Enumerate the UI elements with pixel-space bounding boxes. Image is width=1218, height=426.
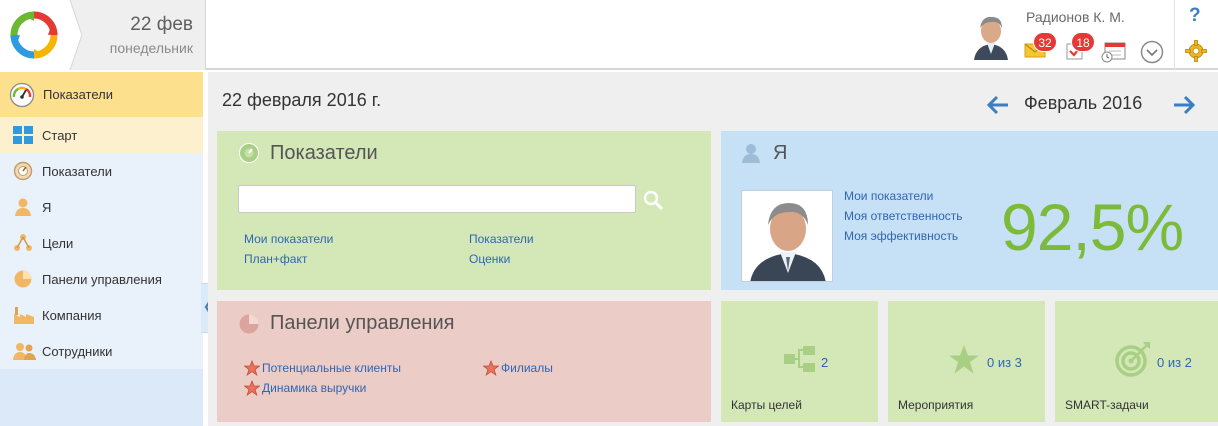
cycle-logo-icon <box>10 11 58 59</box>
person-icon <box>742 144 760 163</box>
sidebar-item-label: Показатели <box>42 164 112 179</box>
pie-icon <box>14 270 32 288</box>
star-icon <box>244 380 260 396</box>
user-portrait-icon <box>742 191 832 281</box>
dashboards-panel-title[interactable]: Панели управления <box>270 312 454 335</box>
link-my-responsibility[interactable]: Моя ответственность <box>844 209 963 223</box>
speedometer-icon <box>9 82 35 108</box>
date-day: 22 фев <box>130 14 193 35</box>
sidebar-item-label: Панели управления <box>42 272 162 287</box>
grid-icon <box>13 126 33 144</box>
me-panel: Я Мои показатели Моя ответственность Моя… <box>721 131 1218 290</box>
tile-count: 0 из 3 <box>987 355 1022 370</box>
tile-label: Мероприятия <box>898 398 974 412</box>
link-my-indicators[interactable]: Мои показатели <box>844 189 933 203</box>
sidebar-item-label: Цели <box>42 236 74 251</box>
link-branches[interactable]: Филиалы <box>501 361 553 375</box>
link-my-efficiency[interactable]: Моя эффективность <box>844 229 958 243</box>
arrow-right-icon[interactable] <box>1172 94 1196 116</box>
month-navigator: Февраль 2016 <box>982 90 1202 120</box>
user-area: Радионов К. М. 32 18 <box>960 0 1174 70</box>
search-icon[interactable] <box>642 189 664 211</box>
help-settings-column: ? <box>1174 0 1218 70</box>
sidebar-item-label: Я <box>42 200 52 215</box>
goals-icon <box>14 234 32 251</box>
tasks-count-badge: 18 <box>1071 32 1095 52</box>
goal-map-icon <box>784 346 815 372</box>
sidebar-item-start[interactable]: Старт <box>0 117 203 153</box>
indicators-panel-title[interactable]: Показатели <box>270 142 378 165</box>
link-plan-fact[interactable]: План+факт <box>244 252 307 266</box>
page-title: 22 февраля 2016 г. <box>222 90 382 110</box>
sidebar-item-label: Старт <box>42 128 78 143</box>
sidebar-item-goals[interactable]: Цели <box>0 225 203 261</box>
people-icon <box>13 343 36 360</box>
gear-icon[interactable] <box>1185 40 1207 62</box>
tile-count: 2 <box>821 355 829 370</box>
tile-events[interactable]: 0 из 3 Мероприятия <box>888 301 1045 422</box>
mail-count-badge: 32 <box>1033 32 1057 52</box>
efficiency-value: 92,5% <box>1001 190 1184 264</box>
star-icon <box>244 360 260 376</box>
user-photo-icon <box>968 10 1014 60</box>
sidebar-section-title: Показатели <box>43 87 113 102</box>
target-icon <box>1115 342 1150 377</box>
app-logo[interactable] <box>0 0 70 70</box>
sidebar-item-company[interactable]: Компания <box>0 297 203 333</box>
date-weekday: понедельник <box>109 40 193 56</box>
star-icon <box>949 345 979 374</box>
sidebar-nav: Старт Показатели Я Цели Панели управлени… <box>0 117 203 369</box>
user-photo <box>741 190 833 282</box>
link-revenue-dynamics[interactable]: Динамика выручки <box>262 381 366 395</box>
arrow-left-icon[interactable] <box>986 94 1010 116</box>
tile-smart-tasks[interactable]: 0 из 2 SMART-задачи <box>1055 301 1218 422</box>
top-header: 22 фев понедельник Радионов К. М. 32 18 <box>0 0 1218 70</box>
gauge-icon <box>13 161 33 181</box>
link-assessments[interactable]: Оценки <box>469 252 510 266</box>
tile-count: 0 из 2 <box>1157 355 1192 370</box>
sidebar-item-label: Сотрудники <box>42 344 113 359</box>
month-label: Февраль 2016 <box>1024 93 1143 113</box>
dashboards-panel: Панели управления Потенциальные клиенты … <box>217 301 711 422</box>
sidebar-item-employees[interactable]: Сотрудники <box>0 333 203 369</box>
pie-icon <box>239 314 259 334</box>
chevron-down-icon[interactable] <box>1140 40 1164 64</box>
sidebar-item-dashboards[interactable]: Панели управления <box>0 261 203 297</box>
star-icon <box>483 360 499 376</box>
link-indicators[interactable]: Показатели <box>469 232 534 246</box>
tile-label: SMART-задачи <box>1065 398 1149 412</box>
link-my-indicators[interactable]: Мои показатели <box>244 232 333 246</box>
chevron-divider-icon <box>69 0 83 70</box>
main-content: 22 февраля 2016 г. Февраль 2016 Показате… <box>208 72 1218 426</box>
help-icon[interactable]: ? <box>1189 5 1201 27</box>
indicators-panel: Показатели Мои показатели План+факт Пока… <box>217 131 711 290</box>
sidebar-item-indicators[interactable]: Показатели <box>0 153 203 189</box>
gauge-icon <box>239 143 259 163</box>
calendar-icon[interactable] <box>1101 41 1127 63</box>
sidebar: Показатели Старт Показатели Я Цели Панел… <box>0 72 203 426</box>
link-potential-clients[interactable]: Потенциальные клиенты <box>262 361 401 375</box>
user-name[interactable]: Радионов К. М. <box>1026 9 1125 25</box>
sidebar-section-header[interactable]: Показатели <box>0 72 203 117</box>
me-panel-title[interactable]: Я <box>773 142 787 165</box>
person-icon <box>15 198 31 216</box>
search-input[interactable] <box>238 185 636 213</box>
current-date[interactable]: 22 фев понедельник <box>69 0 206 70</box>
sidebar-item-me[interactable]: Я <box>0 189 203 225</box>
tile-goal-maps[interactable]: 2 Карты целей <box>721 301 878 422</box>
factory-icon <box>14 307 34 324</box>
avatar[interactable] <box>968 10 1014 60</box>
tile-label: Карты целей <box>731 398 802 412</box>
sidebar-item-label: Компания <box>42 308 102 323</box>
